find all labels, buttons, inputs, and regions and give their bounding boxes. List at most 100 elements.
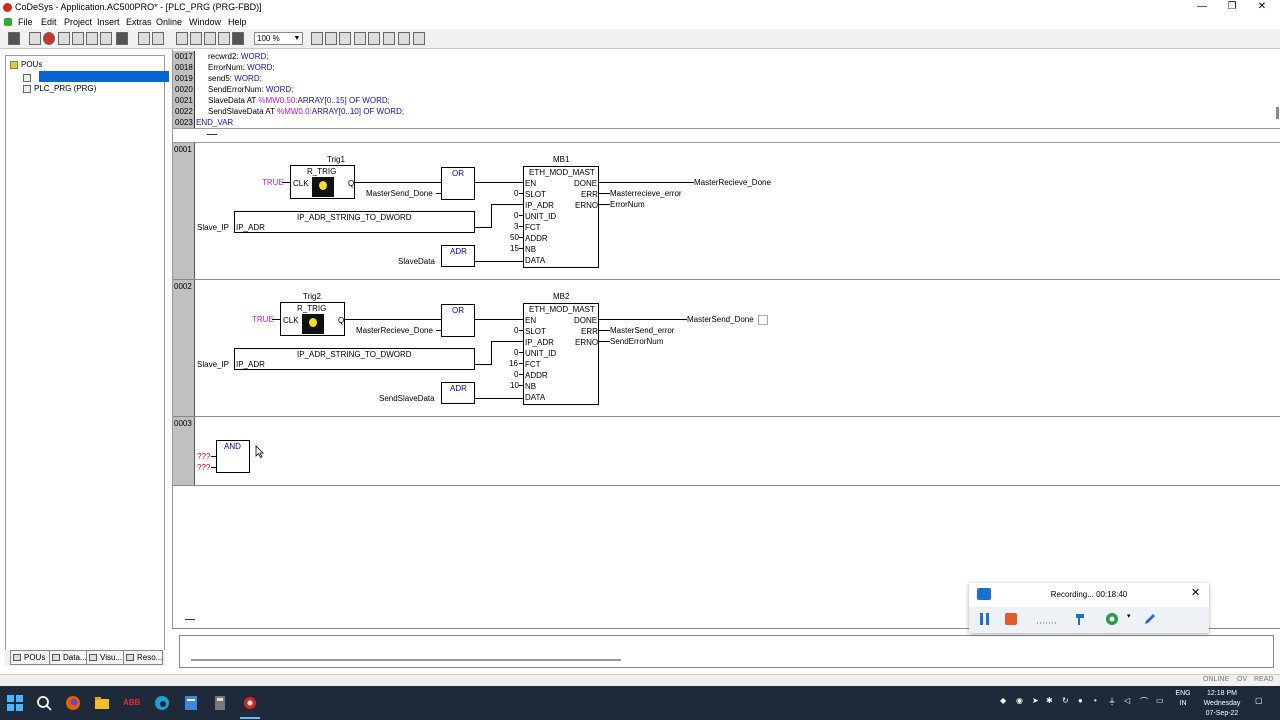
eth-mod-mast-block[interactable]: ETH_MOD_MAST EN SLOT IP_ADR UNIT_ID FCT … xyxy=(523,166,599,268)
ip-adr-string-to-dword-block[interactable]: IP_ADR_STRING_TO_DWORD IP_ADR xyxy=(234,211,475,233)
volume-icon[interactable]: ◁ xyxy=(1124,696,1130,705)
zoom-select[interactable]: 100 % ▼ xyxy=(254,32,303,45)
adr-block[interactable]: ADR xyxy=(441,245,475,267)
declaration-line[interactable]: SendSlaveData AT %MW0.0:ARRAY[0..10] OF … xyxy=(208,106,404,117)
webcam-icon[interactable] xyxy=(1105,612,1119,626)
slot-const[interactable]: 0 xyxy=(514,326,518,336)
eth-mod-mast-block[interactable]: ETH_MOD_MAST EN SLOT IP_ADR UNIT_ID FCT … xyxy=(523,303,599,405)
find-next-icon[interactable] xyxy=(218,32,230,45)
breakpoint-icon[interactable] xyxy=(86,32,98,45)
file-explorer-icon[interactable] xyxy=(94,695,110,711)
menu-file[interactable]: File xyxy=(18,17,33,27)
negate-icon[interactable] xyxy=(398,32,410,45)
box-icon[interactable] xyxy=(325,32,337,45)
tree-item-selected[interactable] xyxy=(39,71,169,82)
minimize-button[interactable]: — xyxy=(1189,1,1215,13)
slot-const[interactable]: 0 xyxy=(514,189,518,199)
tab-pous[interactable]: POUs xyxy=(10,650,50,665)
camera-tray-icon[interactable]: ◉ xyxy=(1016,696,1023,705)
language-indicator[interactable]: ENG IN xyxy=(1172,689,1194,709)
adr-input-variable[interactable]: SlaveData xyxy=(398,257,435,267)
dropbox-icon[interactable]: ◆ xyxy=(1000,696,1006,705)
notification-icon[interactable]: ▢ xyxy=(1255,696,1263,705)
or-block[interactable]: OR xyxy=(441,304,475,337)
bluetooth-icon[interactable]: ✱ xyxy=(1046,696,1053,705)
declaration-line[interactable]: SendErrorNum: WORD; xyxy=(208,84,293,95)
output-done-variable[interactable]: MasterSend_Done xyxy=(687,315,754,325)
calculator-icon[interactable] xyxy=(212,695,228,711)
abb-icon[interactable]: ABB xyxy=(123,698,140,714)
tab-visualizations[interactable]: Visu... xyxy=(86,650,124,665)
tree-item-pous[interactable]: POUs xyxy=(10,60,42,69)
edge-icon[interactable] xyxy=(154,695,170,711)
declaration-line[interactable]: SlaveData AT %MW0.50:ARRAY[0..15] OF WOR… xyxy=(208,95,390,106)
microphone-icon[interactable]: ● xyxy=(1078,696,1083,705)
output-icon[interactable] xyxy=(354,32,366,45)
wifi-icon[interactable]: ⌒ xyxy=(1140,696,1148,707)
output-erno-variable[interactable]: SendErrorNum xyxy=(610,337,663,347)
adr-input-variable[interactable]: SendSlaveData xyxy=(379,394,435,404)
declaration-line[interactable]: END_VAR xyxy=(196,117,235,128)
and-input-1[interactable]: ??? xyxy=(197,452,210,462)
save-icon[interactable] xyxy=(8,32,20,45)
codesys-taskbar-icon[interactable] xyxy=(242,695,258,711)
clock[interactable]: 12:18 PM Wednesday 07-Sep-22 xyxy=(1198,689,1246,719)
dotted-line-icon[interactable] xyxy=(1037,612,1057,626)
fct-const[interactable]: 3 xyxy=(514,222,518,232)
output-err-variable[interactable]: Masterrecieve_error xyxy=(610,189,682,199)
and-input-2[interactable]: ??? xyxy=(197,463,210,473)
pause-icon[interactable] xyxy=(978,612,992,626)
output-erno-variable[interactable]: ErrorNum xyxy=(610,200,645,210)
menu-extras[interactable]: Extras xyxy=(126,17,152,27)
r-trig-block[interactable]: R_TRIG CLK Q xyxy=(290,165,355,199)
firefox-icon[interactable] xyxy=(65,695,81,711)
chevron-down-icon[interactable]: ▾ xyxy=(1127,612,1141,626)
fct-const[interactable]: 16 xyxy=(509,359,518,369)
maximize-button[interactable]: ❐ xyxy=(1219,1,1245,13)
replace-icon[interactable] xyxy=(204,32,216,45)
return-icon[interactable] xyxy=(383,32,395,45)
tree-item-plc-prg[interactable]: PLC_PRG (PRG) xyxy=(23,84,96,93)
adr-block[interactable]: ADR xyxy=(441,382,475,404)
cut-icon[interactable] xyxy=(138,32,150,45)
menu-online[interactable]: Online xyxy=(156,17,182,27)
build-icon[interactable] xyxy=(29,32,41,45)
menu-project[interactable]: Project xyxy=(64,17,92,27)
horizontal-scrollbar[interactable] xyxy=(191,659,621,661)
set-reset-icon[interactable] xyxy=(413,32,425,45)
menu-insert[interactable]: Insert xyxy=(97,17,120,27)
input-icon[interactable] xyxy=(339,32,351,45)
or-block[interactable]: OR xyxy=(441,167,475,200)
and-block[interactable]: AND xyxy=(216,440,250,473)
login-icon[interactable] xyxy=(100,32,112,45)
battery-icon[interactable]: ▭ xyxy=(1156,696,1164,705)
unit-id-const[interactable]: 0 xyxy=(514,211,518,221)
run-icon[interactable] xyxy=(58,32,70,45)
tab-resources[interactable]: Reso... xyxy=(123,650,163,665)
step-icon[interactable] xyxy=(72,32,84,45)
menu-edit[interactable]: Edit xyxy=(41,17,57,27)
ip-input-variable[interactable]: Slave_IP xyxy=(197,360,229,370)
monitor-icon[interactable] xyxy=(232,32,244,45)
chevron-down-icon[interactable]: ▼ xyxy=(292,33,302,44)
edit-cursor-box[interactable] xyxy=(758,315,768,325)
menu-help[interactable]: Help xyxy=(228,17,247,27)
ip-adr-string-to-dword-block[interactable]: IP_ADR_STRING_TO_DWORD IP_ADR xyxy=(234,348,475,370)
logout-icon[interactable] xyxy=(116,32,128,45)
stop-icon[interactable] xyxy=(43,32,55,45)
r-trig-block[interactable]: R_TRIG CLK Q xyxy=(280,302,345,336)
dot-icon[interactable]: • xyxy=(1094,696,1097,705)
nb-const[interactable]: 15 xyxy=(510,244,519,254)
close-button[interactable]: ✕ xyxy=(1249,1,1275,13)
arrow-tray-icon[interactable]: ➤ xyxy=(1032,696,1039,705)
or-input-variable[interactable]: MasterRecieve_Done xyxy=(356,326,433,336)
stop-recording-icon[interactable] xyxy=(1004,612,1018,626)
unit-id-const[interactable]: 0 xyxy=(514,348,518,358)
windows-start-icon[interactable] xyxy=(7,695,23,711)
or-input-variable[interactable]: MasterSend_Done xyxy=(366,189,433,199)
addr-const[interactable]: 0 xyxy=(514,370,518,380)
search-icon[interactable] xyxy=(36,695,52,711)
output-done-variable[interactable]: MasterRecieve_Done xyxy=(694,178,771,188)
close-icon[interactable]: ✕ xyxy=(1191,588,1200,599)
network-icon[interactable] xyxy=(311,32,323,45)
